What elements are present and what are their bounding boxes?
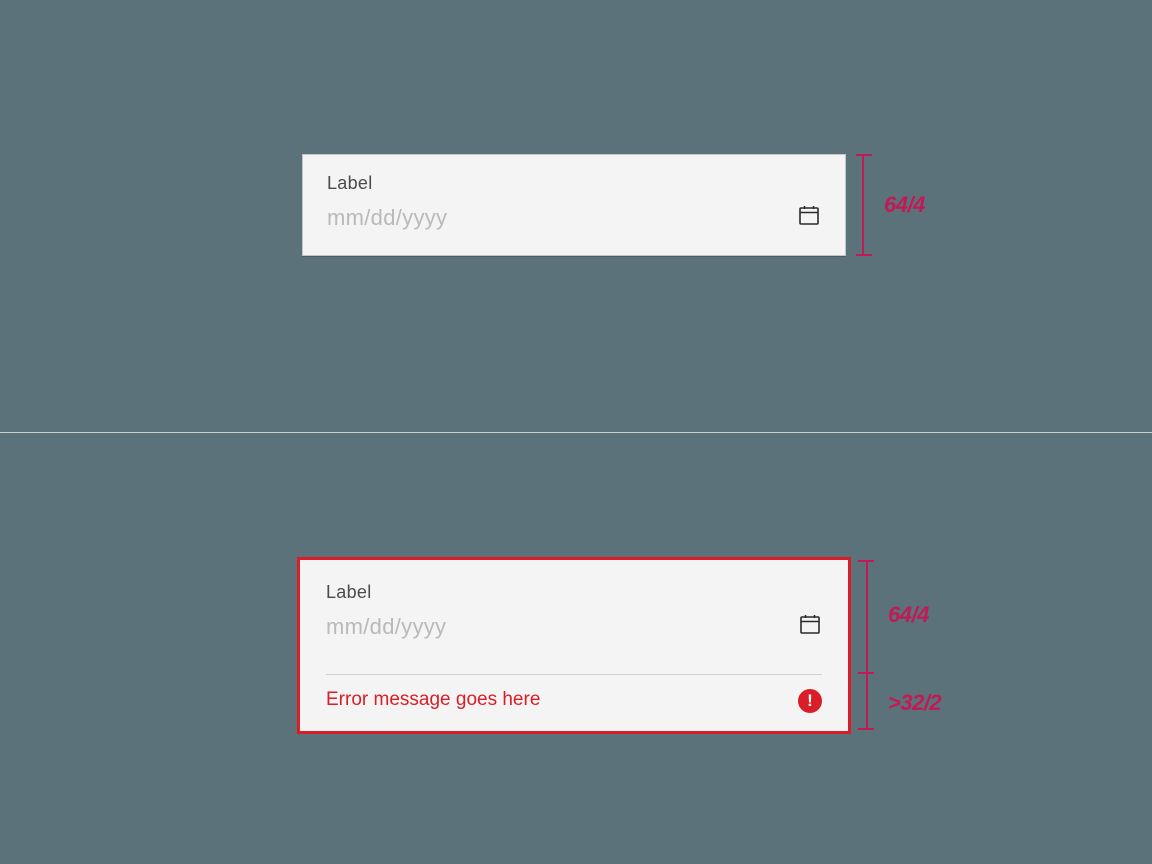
height-spec-normal: 64/4: [862, 154, 874, 256]
spec-tick: [858, 560, 874, 562]
date-input-top: Label mm/dd/yyyy: [300, 560, 848, 674]
calendar-icon[interactable]: [797, 203, 821, 227]
field-placeholder: mm/dd/yyyy: [326, 614, 822, 640]
field-placeholder: mm/dd/yyyy: [327, 205, 821, 231]
date-input-error-container[interactable]: Label mm/dd/yyyy Error message goes here…: [300, 560, 848, 731]
error-message: Error message goes here: [326, 689, 822, 712]
spec-tick: [858, 728, 874, 730]
spec-bracket: [862, 154, 874, 256]
calendar-icon[interactable]: [798, 612, 822, 636]
date-input-container[interactable]: Label mm/dd/yyyy: [302, 154, 846, 256]
error-icon: !: [798, 689, 822, 713]
section-divider: [0, 432, 1152, 433]
spec-value: 64/4: [884, 192, 925, 218]
spec-bracket-top: [866, 560, 868, 674]
spec-value-bottom: >32/2: [888, 690, 941, 716]
field-label: Label: [327, 173, 821, 195]
date-field-error-example: Label mm/dd/yyyy Error message goes here…: [300, 560, 848, 731]
error-row: Error message goes here !: [300, 675, 848, 731]
spec-value-top: 64/4: [888, 602, 929, 628]
spec-bracket-bottom: [866, 674, 868, 730]
field-label: Label: [326, 582, 822, 604]
date-field-normal-example: Label mm/dd/yyyy: [302, 154, 846, 256]
